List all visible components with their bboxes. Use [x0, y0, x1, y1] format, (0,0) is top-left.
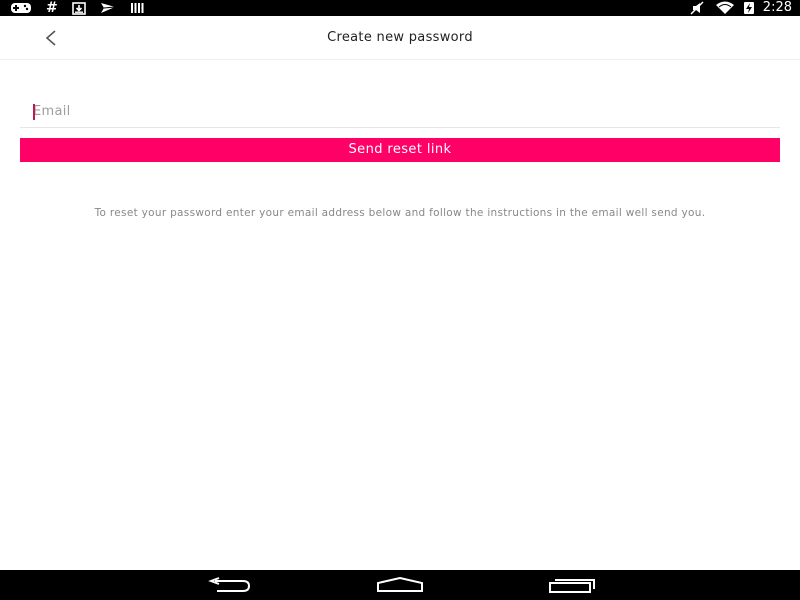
nav-recents-button[interactable] — [548, 570, 596, 600]
gamepad-icon — [10, 0, 32, 16]
recents-icon — [549, 579, 595, 593]
email-field[interactable] — [20, 96, 780, 128]
notification-icons: # — [10, 0, 146, 16]
chevron-left-icon — [45, 30, 56, 46]
nav-back-button[interactable] — [205, 570, 255, 600]
back-button[interactable] — [36, 26, 64, 50]
barcode-icon — [130, 0, 146, 16]
hash-icon: # — [46, 0, 58, 16]
instructions-text: To reset your password enter your email … — [94, 207, 706, 219]
app-bar: Create new password — [0, 16, 800, 60]
home-icon — [377, 577, 423, 592]
muted-icon — [689, 0, 707, 16]
navigation-bar — [0, 570, 800, 600]
battery-charging-icon — [743, 0, 755, 16]
system-icons: 2:28 — [689, 0, 792, 16]
clock: 2:28 — [762, 0, 792, 15]
page-title: Create new password — [327, 30, 473, 45]
back-icon — [208, 577, 251, 592]
wifi-icon — [715, 0, 735, 16]
mail-fly-icon — [100, 0, 116, 16]
send-reset-link-button[interactable]: Send reset link — [20, 138, 780, 162]
download-icon — [71, 0, 86, 16]
status-bar: # 2:28 — [0, 0, 800, 16]
nav-home-button[interactable] — [376, 570, 424, 600]
text-caret — [33, 104, 35, 120]
